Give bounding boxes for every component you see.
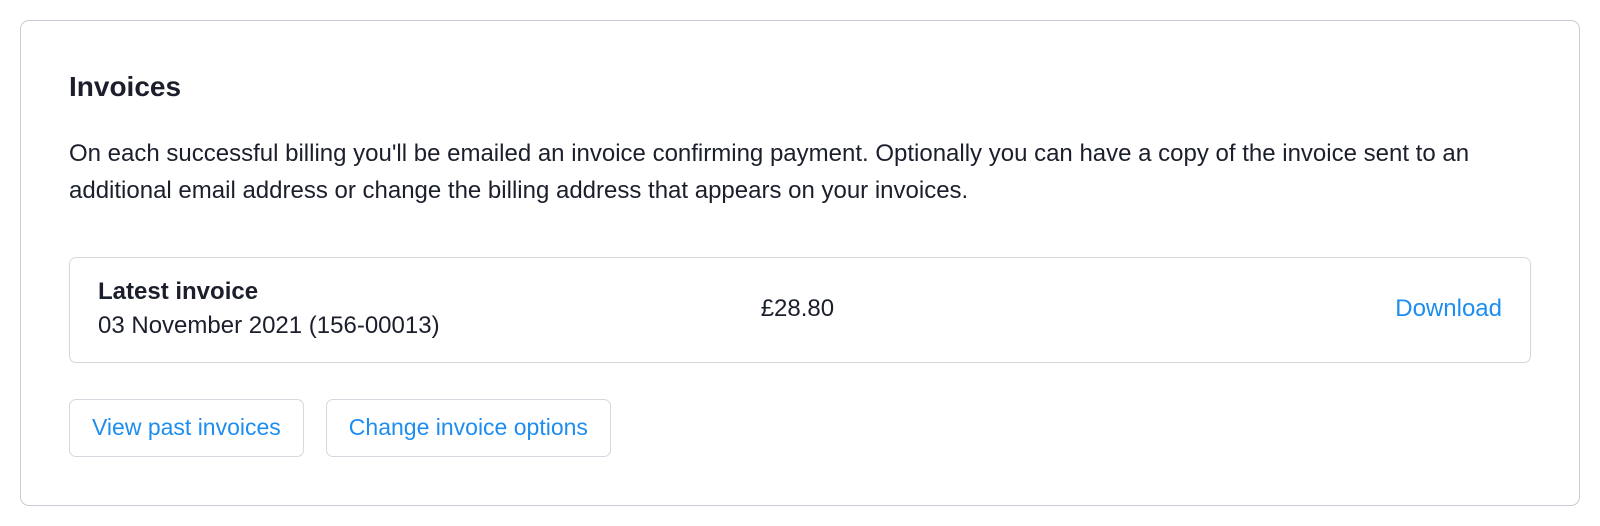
actions-row: View past invoices Change invoice option…	[69, 399, 1531, 457]
invoices-panel: Invoices On each successful billing you'…	[20, 20, 1580, 506]
latest-invoice-amount: £28.80	[761, 295, 834, 323]
download-link[interactable]: Download	[1395, 295, 1502, 322]
latest-invoice-card: Latest invoice 03 November 2021 (156-000…	[69, 257, 1531, 363]
latest-invoice-date: 03 November 2021 (156-00013)	[98, 312, 440, 340]
view-past-invoices-button[interactable]: View past invoices	[69, 399, 304, 457]
change-invoice-options-button[interactable]: Change invoice options	[326, 399, 611, 457]
panel-title: Invoices	[69, 71, 1531, 103]
latest-invoice-label: Latest invoice	[98, 278, 440, 306]
invoice-info: Latest invoice 03 November 2021 (156-000…	[98, 278, 440, 340]
panel-description: On each successful billing you'll be ema…	[69, 135, 1531, 209]
